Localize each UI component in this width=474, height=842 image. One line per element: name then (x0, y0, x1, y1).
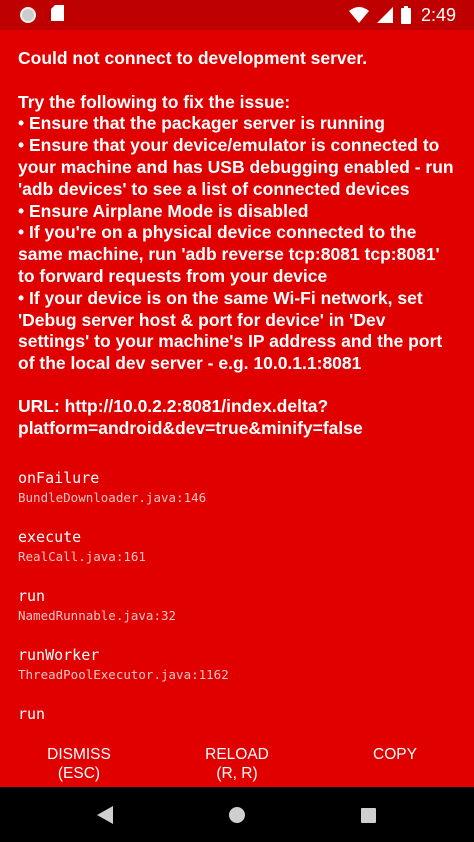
stack-trace[interactable]: onFailure BundleDownloader.java:146 exec… (18, 468, 458, 763)
stack-frame[interactable]: runWorker ThreadPoolExecutor.java:1162 (18, 645, 458, 704)
reload-button[interactable]: RELOAD (R, R) (193, 745, 281, 783)
frame-method: runWorker (18, 646, 100, 664)
action-bar: DISMISS (ESC) RELOAD (R, R) COPY (0, 745, 474, 787)
stack-frame[interactable]: execute RealCall.java:161 (18, 527, 458, 586)
frame-file: BundleDownloader.java:146 (18, 490, 207, 505)
reload-label: RELOAD (205, 746, 269, 763)
frame-method: onFailure (18, 469, 100, 487)
error-url: URL: http://10.0.2.2:8081/index.delta?pl… (18, 396, 363, 438)
stack-frame[interactable]: onFailure BundleDownloader.java:146 (18, 468, 458, 527)
wifi-icon (348, 7, 369, 23)
navigation-bar (0, 787, 474, 842)
frame-file: RealCall.java:161 (18, 549, 146, 564)
dismiss-shortcut: (ESC) (57, 765, 101, 782)
home-icon[interactable] (225, 803, 249, 827)
frame-method: run (18, 587, 46, 605)
status-bar: 2:49 (0, 0, 474, 30)
status-right: 2:49 (348, 4, 456, 26)
frame-method: execute (18, 528, 82, 546)
frame-file: NamedRunnable.java:32 (18, 608, 177, 623)
sd-card-icon (51, 4, 64, 26)
error-content: Could not connect to development server.… (18, 48, 458, 723)
recents-icon[interactable] (356, 803, 380, 827)
circle-notification-icon (20, 7, 36, 23)
reload-shortcut: (R, R) (216, 765, 258, 782)
copy-button[interactable]: COPY (362, 745, 428, 764)
dismiss-label: DISMISS (47, 746, 111, 763)
error-message: Could not connect to development server.… (18, 48, 454, 374)
copy-label: COPY (373, 746, 417, 763)
stack-frame[interactable]: run NamedRunnable.java:32 (18, 586, 458, 645)
status-left (20, 4, 64, 26)
battery-icon (400, 6, 411, 24)
frame-file: ThreadPoolExecutor.java:1162 (18, 667, 229, 682)
back-icon[interactable] (93, 803, 117, 827)
status-time: 2:49 (420, 4, 456, 25)
signal-icon (376, 7, 393, 23)
frame-method: run (18, 705, 46, 723)
dismiss-button[interactable]: DISMISS (ESC) (36, 745, 122, 783)
